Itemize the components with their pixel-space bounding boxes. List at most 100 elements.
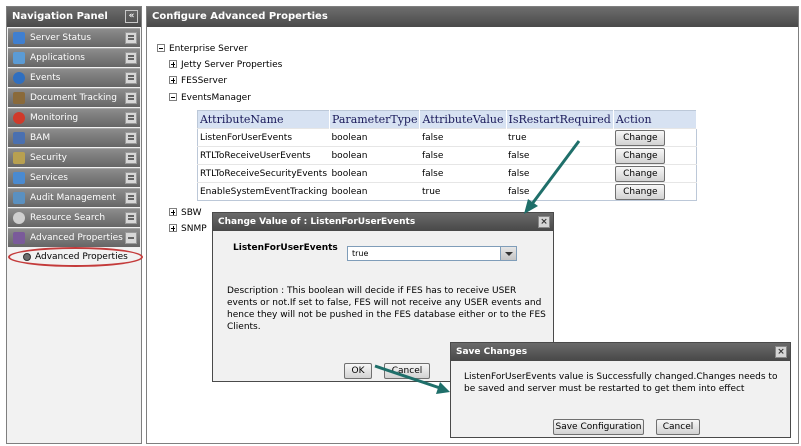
action-cell: Change: [613, 182, 697, 201]
action-cell: Change: [613, 146, 697, 165]
expand-icon[interactable]: [125, 52, 137, 64]
monitoring-icon: [13, 112, 25, 124]
expand-icon[interactable]: [125, 172, 137, 184]
expand-icon[interactable]: [125, 112, 137, 124]
save-configuration-button[interactable]: Save Configuration: [553, 419, 644, 435]
events-icon: [13, 72, 25, 84]
action-cell: Change: [613, 164, 697, 183]
nav-item-services[interactable]: Services: [8, 168, 140, 187]
restart-required-cell: false: [506, 146, 614, 165]
navigation-panel-title: Navigation Panel: [12, 11, 108, 22]
tree-expand-icon[interactable]: [169, 224, 177, 232]
nav-item-applications[interactable]: Applications: [8, 48, 140, 67]
attribute-value-cell: false: [419, 164, 507, 183]
nav-item-label: Server Status: [30, 33, 92, 43]
nav-item-label: Document Tracking: [30, 93, 117, 103]
tree-collapse-icon[interactable]: [157, 44, 165, 52]
expand-icon[interactable]: [125, 212, 137, 224]
save-message-text: ListenForUserEvents value is Successfull…: [464, 372, 778, 394]
description-text: Description : This boolean will decide i…: [227, 286, 546, 332]
nav-item-document-tracking[interactable]: Document Tracking: [8, 88, 140, 107]
expand-icon[interactable]: [125, 152, 137, 164]
properties-table: AttributeName ParameterType AttributeVal…: [197, 110, 697, 201]
tree-expand-icon[interactable]: [169, 76, 177, 84]
document-tracking-icon: [13, 92, 25, 104]
tree-node-fesserver[interactable]: FESServer: [169, 75, 227, 87]
column-header: IsRestartRequired: [506, 110, 614, 129]
change-button[interactable]: Change: [615, 183, 666, 200]
change-button[interactable]: Change: [615, 165, 666, 182]
expand-icon[interactable]: [125, 132, 137, 144]
expand-icon[interactable]: [125, 92, 137, 104]
restart-required-cell: false: [506, 164, 614, 183]
navigation-panel-header: Navigation Panel «: [7, 7, 141, 27]
tree-node-jetty-server-properties[interactable]: Jetty Server Properties: [169, 59, 282, 71]
cancel-button[interactable]: Cancel: [656, 419, 700, 435]
ok-button[interactable]: OK: [344, 363, 372, 379]
nav-item-audit-management[interactable]: Audit Management: [8, 188, 140, 207]
expand-icon[interactable]: [125, 192, 137, 204]
dialog-title-bar: Change Value of : ListenForUserEvents ×: [213, 213, 553, 231]
nav-item-events[interactable]: Events: [8, 68, 140, 87]
tree-node-label: SNMP: [181, 224, 207, 234]
attribute-value-cell: true: [419, 182, 507, 201]
chevron-down-icon[interactable]: [500, 247, 516, 260]
nav-item-label: Applications: [30, 53, 85, 63]
nav-item-label: Security: [30, 153, 67, 163]
nav-item-advanced-properties[interactable]: Advanced Properties: [8, 228, 140, 247]
nav-item-security[interactable]: Security: [8, 148, 140, 167]
tree-expand-icon[interactable]: [169, 208, 177, 216]
cancel-button[interactable]: Cancel: [384, 363, 430, 379]
restart-required-cell: false: [506, 182, 614, 201]
services-icon: [13, 172, 25, 184]
nav-item-server-status[interactable]: Server Status: [8, 28, 140, 47]
tree-node-label: EventsManager: [181, 93, 251, 103]
expand-icon[interactable]: [125, 72, 137, 84]
dialog-title: Save Changes: [456, 347, 528, 357]
nav-item-monitoring[interactable]: Monitoring: [8, 108, 140, 127]
dialog-title: Change Value of : ListenForUserEvents: [218, 217, 416, 227]
tree-node-sbw[interactable]: SBW: [169, 207, 201, 219]
table-row: EnableSystemEventTracking boolean true f…: [197, 182, 697, 201]
dialog-title-bar: Save Changes ×: [451, 343, 790, 361]
column-header: AttributeValue: [419, 110, 507, 129]
tree-node-label: Jetty Server Properties: [181, 60, 283, 70]
close-icon[interactable]: ×: [775, 346, 787, 358]
tree-collapse-icon[interactable]: [169, 93, 177, 101]
value-select[interactable]: true: [347, 246, 517, 261]
applications-icon: [13, 52, 25, 64]
tree-node-eventsmanager[interactable]: EventsManager: [169, 92, 251, 104]
page-title: Configure Advanced Properties: [152, 11, 328, 22]
resource-search-icon: [13, 212, 25, 224]
close-icon[interactable]: ×: [538, 216, 550, 228]
restart-required-cell: true: [506, 128, 614, 147]
advanced-properties-icon: [13, 232, 25, 244]
column-header: Action: [613, 110, 697, 129]
bam-icon: [13, 132, 25, 144]
server-status-icon: [13, 32, 25, 44]
table-row: RTLToReceiveSecurityEvents boolean false…: [197, 164, 697, 183]
collapse-icon[interactable]: [125, 232, 137, 244]
parameter-type-cell: boolean: [329, 146, 420, 165]
tree-node-enterprise-server[interactable]: Enterprise Server: [157, 43, 248, 55]
collapse-panel-icon[interactable]: «: [125, 10, 138, 23]
nav-item-label: Audit Management: [30, 193, 116, 203]
nav-item-resource-search[interactable]: Resource Search: [8, 208, 140, 227]
value-select-text: true: [352, 249, 369, 258]
table-row: ListenForUserEvents boolean false true C…: [197, 128, 697, 147]
column-header: AttributeName: [197, 110, 330, 129]
parameter-type-cell: boolean: [329, 164, 420, 183]
tree-node-label: SBW: [181, 208, 202, 218]
tree-expand-icon[interactable]: [169, 60, 177, 68]
column-header: ParameterType: [329, 110, 421, 129]
parameter-type-cell: boolean: [329, 182, 420, 201]
parameter-type-cell: boolean: [329, 128, 420, 147]
change-button[interactable]: Change: [615, 129, 666, 146]
change-button[interactable]: Change: [615, 147, 666, 164]
nav-item-label: Events: [30, 73, 61, 83]
expand-icon[interactable]: [125, 32, 137, 44]
tree-node-snmp[interactable]: SNMP: [169, 223, 207, 235]
action-cell: Change: [613, 128, 697, 147]
nav-item-bam[interactable]: BAM: [8, 128, 140, 147]
table-header-row: AttributeName ParameterType AttributeVal…: [197, 110, 697, 129]
